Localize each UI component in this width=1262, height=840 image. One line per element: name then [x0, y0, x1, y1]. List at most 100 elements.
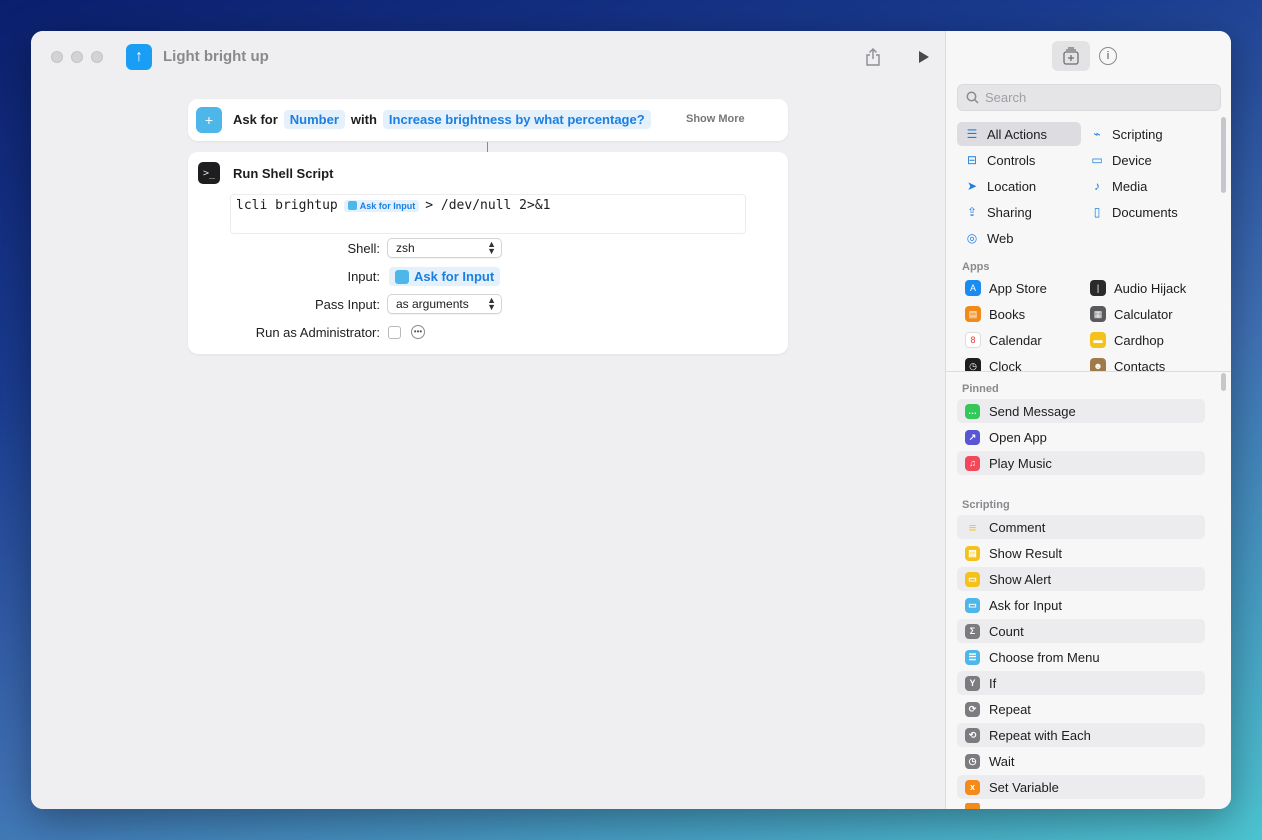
- action-if[interactable]: Y If: [957, 671, 1205, 695]
- contacts-icon: ☻: [1090, 358, 1106, 371]
- category-label: Web: [987, 230, 1014, 246]
- cardhop-icon: ▬: [1090, 332, 1106, 348]
- script-editor[interactable]: lcli brightup Ask for Input > /dev/null …: [230, 194, 746, 234]
- action-play-music[interactable]: ♫ Play Music: [957, 451, 1205, 475]
- input-type-token[interactable]: Number: [283, 110, 345, 129]
- action-show-result[interactable]: ▤ Show Result: [957, 541, 1205, 565]
- input-label: Input:: [347, 269, 380, 284]
- pass-input-label: Pass Input:: [314, 297, 380, 312]
- scrollbar[interactable]: [1221, 117, 1226, 193]
- action-list-overflow: [957, 803, 1205, 809]
- app-contacts[interactable]: ☻ Contacts: [1082, 354, 1206, 371]
- search-field[interactable]: [957, 84, 1221, 111]
- category-sharing[interactable]: ⇪ Sharing: [957, 200, 1081, 224]
- shell-label: Shell:: [347, 241, 380, 256]
- traffic-lights: [51, 51, 103, 63]
- input-variable-label: Ask for Input: [414, 269, 495, 284]
- shortcut-title[interactable]: Light bright up: [163, 48, 269, 65]
- action-comment[interactable]: ≡ Comment: [957, 515, 1205, 539]
- info-icon[interactable]: i: [1099, 47, 1117, 65]
- comment-icon: ≡: [968, 519, 977, 535]
- app-calculator[interactable]: ▦ Calculator: [1082, 302, 1206, 326]
- apps-header: Apps: [962, 261, 990, 273]
- category-scripting[interactable]: ⌁ Scripting: [1082, 122, 1206, 146]
- run-as-admin-checkbox[interactable]: [388, 326, 401, 339]
- ask-for-input-icon: [347, 201, 357, 210]
- ask-for-input-action[interactable]: + Ask for Number with Increase brightnes…: [188, 99, 788, 141]
- category-web[interactable]: ◎ Web: [957, 226, 1081, 250]
- app-app-store[interactable]: A App Store: [957, 276, 1081, 300]
- device-icon: ▭: [1091, 153, 1103, 167]
- script-variable-token[interactable]: Ask for Input: [343, 199, 420, 212]
- arrow-up-icon[interactable]: ↑: [126, 44, 152, 70]
- category-label: Documents: [1112, 204, 1178, 220]
- category-media[interactable]: ♪ Media: [1082, 174, 1206, 198]
- action-label: Comment: [989, 519, 1046, 535]
- action-show-alert[interactable]: ▭ Show Alert: [957, 567, 1205, 591]
- app-clock[interactable]: ◷ Clock: [957, 354, 1081, 371]
- run-shell-script-action[interactable]: >_ Run Shell Script lcli brightup Ask fo…: [188, 152, 788, 354]
- input-variable-token[interactable]: Ask for Input: [389, 267, 501, 286]
- branch-icon: Y: [965, 675, 980, 691]
- category-all-actions[interactable]: ☰ All Actions: [957, 122, 1081, 146]
- pass-input-value: as arguments: [396, 297, 469, 311]
- action-repeat[interactable]: ⟳ Repeat: [957, 697, 1205, 721]
- action-label: Choose from Menu: [989, 649, 1100, 665]
- ask-row: Ask for Number with Increase brightness …: [233, 110, 651, 129]
- more-options-icon[interactable]: •••: [411, 325, 425, 339]
- app-calendar[interactable]: 8 Calendar: [957, 328, 1081, 352]
- chevron-updown-icon: ▲ ▼: [487, 295, 496, 312]
- ask-for-input-icon: ▭: [965, 597, 980, 613]
- action-label: Count: [989, 623, 1024, 639]
- action-count[interactable]: Σ Count: [957, 619, 1205, 643]
- category-controls[interactable]: ⊟ Controls: [957, 148, 1081, 172]
- action-repeat-with-each[interactable]: ⟲ Repeat with Each: [957, 723, 1205, 747]
- pass-input-select[interactable]: as arguments ▲ ▼: [387, 294, 502, 314]
- calendar-icon: 8: [965, 332, 981, 348]
- controls-icon: ⊟: [966, 153, 978, 167]
- terminal-icon: >_: [198, 162, 220, 184]
- action-open-app[interactable]: ↗ Open App: [957, 425, 1205, 449]
- show-result-icon: ▤: [965, 545, 980, 561]
- zoom-button[interactable]: [91, 51, 103, 63]
- search-icon: [966, 91, 979, 104]
- calculator-icon: ▦: [1090, 306, 1106, 322]
- action-set-variable[interactable]: x Set Variable: [957, 775, 1205, 799]
- minimize-button[interactable]: [71, 51, 83, 63]
- app-label: Calculator: [1114, 306, 1173, 322]
- app-audio-hijack[interactable]: | Audio Hijack: [1082, 276, 1206, 300]
- scrollbar[interactable]: [1221, 373, 1226, 391]
- app-label: Calendar: [989, 332, 1042, 348]
- app-label: Cardhop: [1114, 332, 1164, 348]
- app-store-icon: A: [965, 280, 981, 296]
- action-library-icon[interactable]: [1052, 41, 1090, 71]
- app-books[interactable]: ▤ Books: [957, 302, 1081, 326]
- action-send-message[interactable]: … Send Message: [957, 399, 1205, 423]
- scripting-icon: ⌁: [1093, 127, 1101, 141]
- category-label: Sharing: [987, 204, 1032, 220]
- category-device[interactable]: ▭ Device: [1082, 148, 1206, 172]
- pinned-header: Pinned: [962, 383, 999, 395]
- location-icon: ➤: [966, 179, 978, 193]
- category-label: Scripting: [1112, 126, 1163, 142]
- shell-select[interactable]: zsh ▲ ▼: [387, 238, 502, 258]
- show-more-button[interactable]: Show More: [686, 113, 745, 125]
- action-ask-for-input[interactable]: ▭ Ask for Input: [957, 593, 1205, 617]
- category-label: Controls: [987, 152, 1036, 168]
- ask-for-label: Ask for: [233, 112, 278, 127]
- play-icon[interactable]: [914, 47, 934, 67]
- sidebar-toolbar: i: [946, 31, 1231, 81]
- shortcuts-window: ↑ Light bright up + Ask for Number with …: [31, 31, 1231, 809]
- search-input[interactable]: [985, 90, 1205, 105]
- action-choose-from-menu[interactable]: ☰ Choose from Menu: [957, 645, 1205, 669]
- apps-list-overflow: ◷ Clock ☻ Contacts: [946, 351, 1231, 371]
- shell-value: zsh: [396, 241, 415, 255]
- close-button[interactable]: [51, 51, 63, 63]
- action-wait[interactable]: ◷ Wait: [957, 749, 1205, 773]
- category-location[interactable]: ➤ Location: [957, 174, 1081, 198]
- prompt-token[interactable]: Increase brightness by what percentage?: [382, 110, 651, 129]
- app-cardhop[interactable]: ▬ Cardhop: [1082, 328, 1206, 352]
- share-icon[interactable]: [863, 47, 883, 67]
- editor-pane: ↑ Light bright up + Ask for Number with …: [31, 31, 945, 809]
- category-documents[interactable]: ▯ Documents: [1082, 200, 1206, 224]
